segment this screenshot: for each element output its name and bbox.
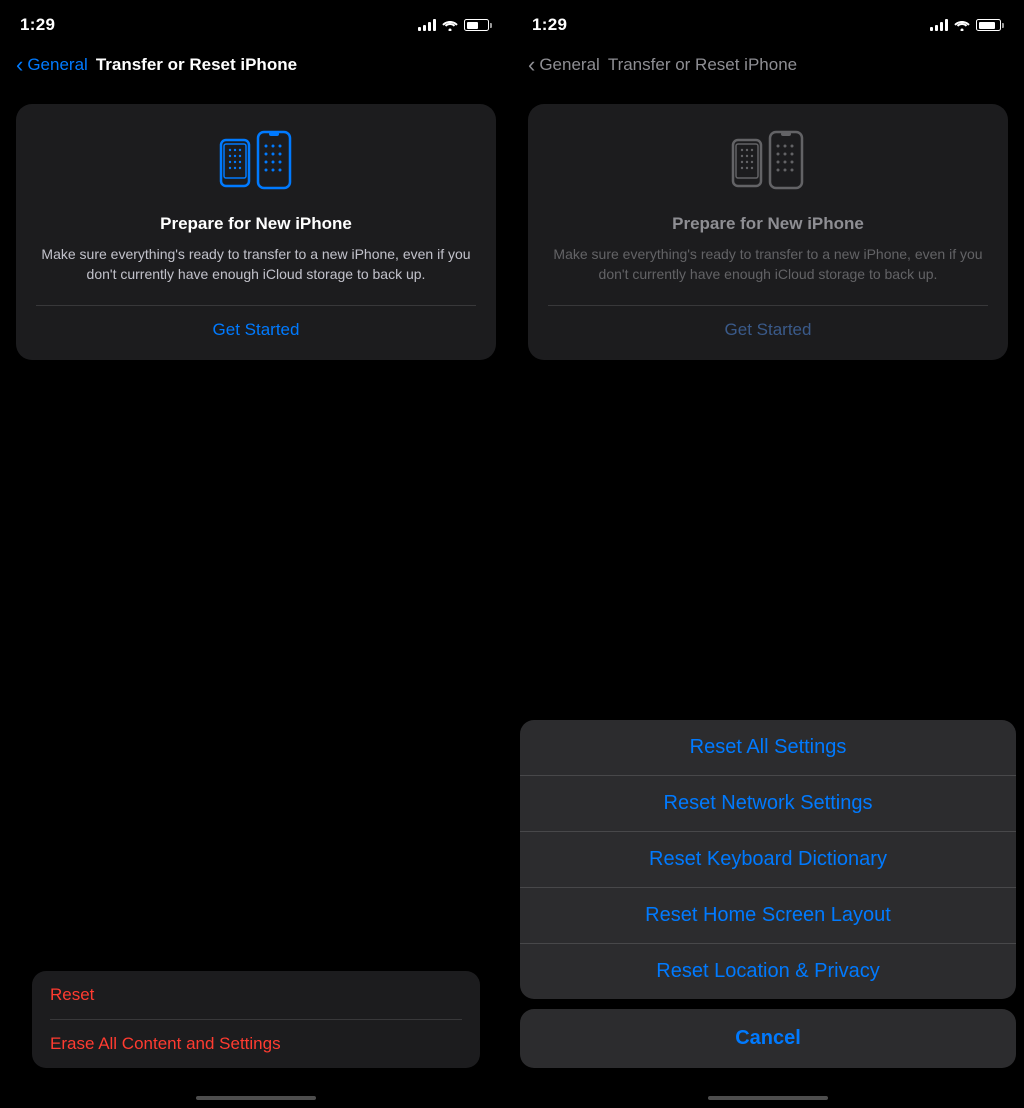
reset-location-privacy-label: Reset Location & Privacy [656, 960, 879, 983]
left-home-indicator [196, 1096, 316, 1100]
right-modal-overlay: Reset All Settings Reset Network Setting… [512, 720, 1024, 1108]
left-prepare-card: Prepare for New iPhone Make sure everyth… [16, 104, 496, 360]
right-back-chevron-icon: ‹ [528, 54, 535, 76]
right-wifi-icon [954, 19, 970, 31]
reset-all-settings-button[interactable]: Reset All Settings [520, 720, 1016, 775]
right-status-bar: 1:29 [512, 0, 1024, 44]
reset-action-sheet: Reset All Settings Reset Network Setting… [520, 720, 1016, 999]
left-content-area: Prepare for New iPhone Make sure everyth… [0, 92, 512, 1108]
reset-all-settings-label: Reset All Settings [690, 736, 847, 759]
left-card-desc: Make sure everything's ready to transfer… [36, 244, 476, 285]
cancel-button[interactable]: Cancel [520, 1009, 1016, 1068]
left-reset-label: Reset [50, 985, 94, 1004]
left-reset-section: Reset Erase All Content and Settings [16, 971, 496, 1068]
reset-location-privacy-button[interactable]: Reset Location & Privacy [520, 944, 1016, 999]
left-time: 1:29 [20, 15, 55, 35]
right-card-desc: Make sure everything's ready to transfer… [548, 244, 988, 285]
left-card-divider [36, 305, 476, 306]
left-battery-icon [464, 19, 492, 31]
right-battery-icon [976, 19, 1004, 31]
left-page-title: Transfer or Reset iPhone [96, 55, 297, 75]
right-back-label: General [539, 55, 599, 75]
right-prepare-card: Prepare for New iPhone Make sure everyth… [528, 104, 1008, 360]
left-status-bar: 1:29 [0, 0, 512, 44]
right-signal-icon [930, 19, 948, 31]
left-back-chevron-icon: ‹ [16, 54, 23, 76]
left-reset-card: Reset Erase All Content and Settings [32, 971, 480, 1068]
right-back-button[interactable]: ‹ General [528, 55, 600, 76]
left-signal-icon [418, 19, 436, 31]
right-status-icons [930, 19, 1004, 31]
right-home-indicator [708, 1096, 828, 1100]
left-back-button[interactable]: ‹ General [16, 55, 88, 76]
left-erase-button[interactable]: Erase All Content and Settings [32, 1020, 480, 1068]
reset-home-screen-layout-label: Reset Home Screen Layout [645, 904, 891, 927]
reset-home-screen-layout-button[interactable]: Reset Home Screen Layout [520, 888, 1016, 943]
cancel-label: Cancel [735, 1027, 801, 1050]
right-card-title: Prepare for New iPhone [672, 214, 864, 234]
reset-keyboard-dictionary-button[interactable]: Reset Keyboard Dictionary [520, 832, 1016, 887]
left-status-icons [418, 19, 492, 31]
reset-network-settings-label: Reset Network Settings [664, 792, 873, 815]
right-nav-bar: ‹ General Transfer or Reset iPhone [512, 44, 1024, 92]
left-nav-bar: ‹ General Transfer or Reset iPhone [0, 44, 512, 92]
left-wifi-icon [442, 19, 458, 31]
left-card-title: Prepare for New iPhone [160, 214, 352, 234]
reset-keyboard-dictionary-label: Reset Keyboard Dictionary [649, 848, 887, 871]
right-phone-panel: 1:29 [512, 0, 1024, 1108]
left-get-started-button[interactable]: Get Started [213, 320, 300, 340]
left-back-label: General [27, 55, 87, 75]
right-page-title: Transfer or Reset iPhone [608, 55, 797, 75]
reset-network-settings-button[interactable]: Reset Network Settings [520, 776, 1016, 831]
right-card-divider [548, 305, 988, 306]
right-transfer-icon [728, 128, 808, 198]
left-phone-panel: 1:29 [0, 0, 512, 1108]
right-get-started-button[interactable]: Get Started [725, 320, 812, 340]
left-erase-label: Erase All Content and Settings [50, 1034, 281, 1053]
left-reset-button[interactable]: Reset [32, 971, 480, 1019]
left-transfer-icon [216, 128, 296, 198]
right-time: 1:29 [532, 15, 567, 35]
